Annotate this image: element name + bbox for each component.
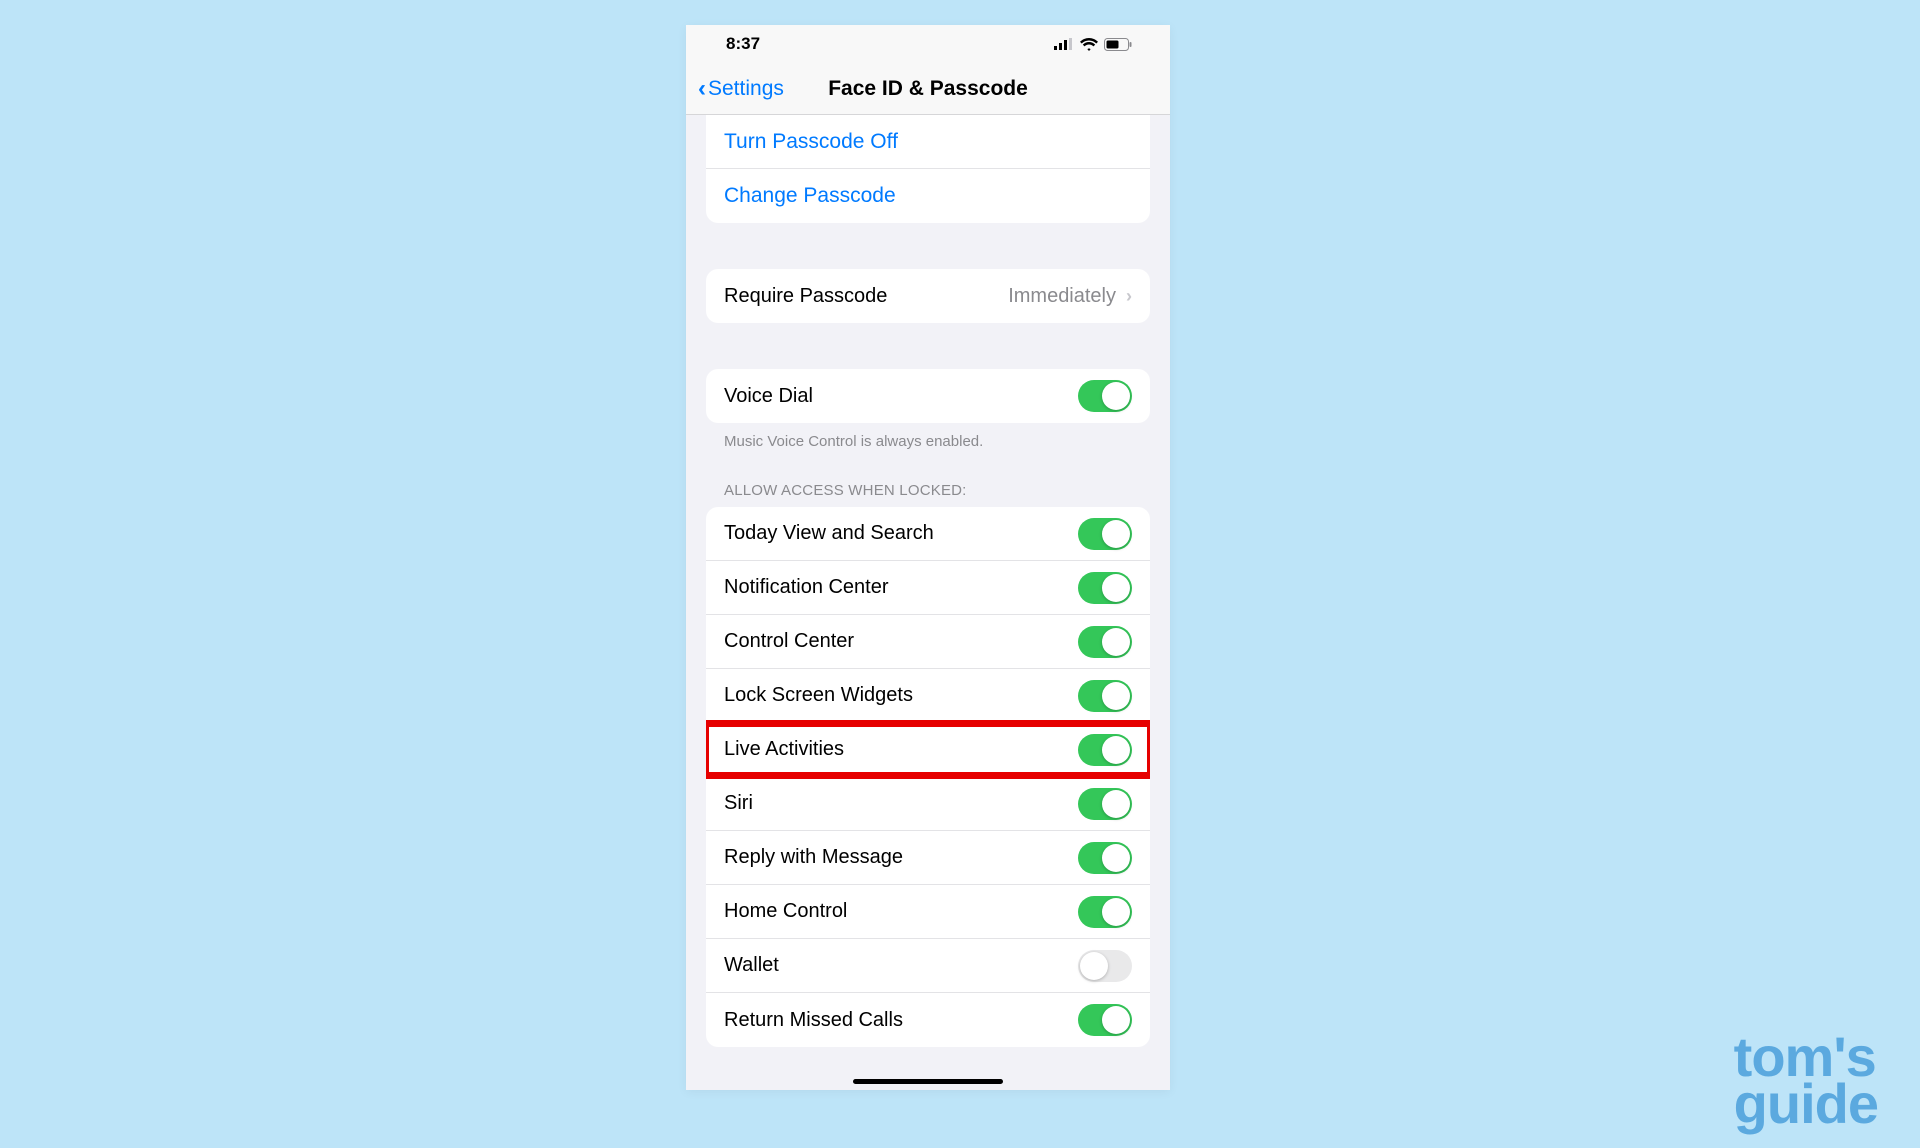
locked-access-label: Lock Screen Widgets — [724, 684, 913, 707]
locked-access-group: Today View and Search Notification Center… — [706, 507, 1150, 1047]
locked-access-label: Reply with Message — [724, 846, 903, 869]
change-passcode-label: Change Passcode — [724, 184, 896, 208]
locked-access-label: Siri — [724, 792, 753, 815]
battery-icon — [1104, 38, 1132, 51]
locked-access-toggle[interactable] — [1078, 626, 1132, 658]
navigation-bar: ‹ Settings Face ID & Passcode — [686, 63, 1170, 115]
chevron-left-icon: ‹ — [698, 77, 706, 101]
locked-access-row: Reply with Message — [706, 831, 1150, 885]
chevron-right-icon: › — [1126, 286, 1132, 307]
locked-access-label: Today View and Search — [724, 522, 934, 545]
voice-dial-label: Voice Dial — [724, 385, 813, 408]
locked-access-label: Return Missed Calls — [724, 1009, 903, 1032]
locked-access-row: Siri — [706, 777, 1150, 831]
status-bar: 8:37 — [686, 25, 1170, 63]
voice-dial-row: Voice Dial — [706, 369, 1150, 423]
turn-passcode-off-button[interactable]: Turn Passcode Off — [706, 115, 1150, 169]
locked-access-row: Live Activities — [706, 723, 1150, 777]
voice-dial-toggle[interactable] — [1078, 380, 1132, 412]
locked-access-toggle[interactable] — [1078, 518, 1132, 550]
require-passcode-group: Require Passcode Immediately › — [706, 269, 1150, 323]
require-passcode-value: Immediately — [1008, 285, 1116, 308]
locked-access-row: Home Control — [706, 885, 1150, 939]
back-button[interactable]: ‹ Settings — [686, 77, 784, 101]
back-label: Settings — [708, 77, 784, 101]
locked-access-toggle[interactable] — [1078, 1004, 1132, 1036]
locked-access-label: Home Control — [724, 900, 847, 923]
locked-access-row: Lock Screen Widgets — [706, 669, 1150, 723]
home-indicator[interactable] — [853, 1079, 1003, 1084]
locked-access-toggle[interactable] — [1078, 842, 1132, 874]
locked-access-header: ALLOW ACCESS WHEN LOCKED: — [686, 450, 1170, 507]
require-passcode-row[interactable]: Require Passcode Immediately › — [706, 269, 1150, 323]
locked-access-toggle[interactable] — [1078, 950, 1132, 982]
locked-access-toggle[interactable] — [1078, 680, 1132, 712]
cellular-signal-icon — [1054, 38, 1074, 50]
change-passcode-button[interactable]: Change Passcode — [706, 169, 1150, 223]
locked-access-label: Live Activities — [724, 738, 844, 761]
locked-access-row: Wallet — [706, 939, 1150, 993]
wifi-icon — [1080, 38, 1098, 51]
turn-passcode-off-label: Turn Passcode Off — [724, 130, 898, 154]
locked-access-row: Today View and Search — [706, 507, 1150, 561]
locked-access-toggle[interactable] — [1078, 896, 1132, 928]
voice-dial-footer: Music Voice Control is always enabled. — [686, 423, 1170, 450]
status-time: 8:37 — [726, 34, 760, 54]
status-icons — [1054, 38, 1132, 51]
locked-access-label: Control Center — [724, 630, 854, 653]
locked-access-row: Return Missed Calls — [706, 993, 1150, 1047]
phone-frame: 8:37 ‹ Settings Face ID & Passcode Turn … — [686, 25, 1170, 1090]
locked-access-row: Control Center — [706, 615, 1150, 669]
voice-dial-group: Voice Dial — [706, 369, 1150, 423]
locked-access-toggle[interactable] — [1078, 572, 1132, 604]
locked-access-row: Notification Center — [706, 561, 1150, 615]
locked-access-label: Notification Center — [724, 576, 889, 599]
watermark-line1: tom's — [1734, 1033, 1878, 1081]
locked-access-toggle[interactable] — [1078, 788, 1132, 820]
watermark-line2: guide — [1734, 1080, 1878, 1128]
locked-access-label: Wallet — [724, 954, 779, 977]
watermark-logo: tom's guide — [1734, 1033, 1878, 1128]
require-passcode-label: Require Passcode — [724, 285, 887, 308]
passcode-actions-group: Turn Passcode Off Change Passcode — [706, 115, 1150, 223]
settings-content: Turn Passcode Off Change Passcode Requir… — [686, 115, 1170, 1047]
locked-access-toggle[interactable] — [1078, 734, 1132, 766]
